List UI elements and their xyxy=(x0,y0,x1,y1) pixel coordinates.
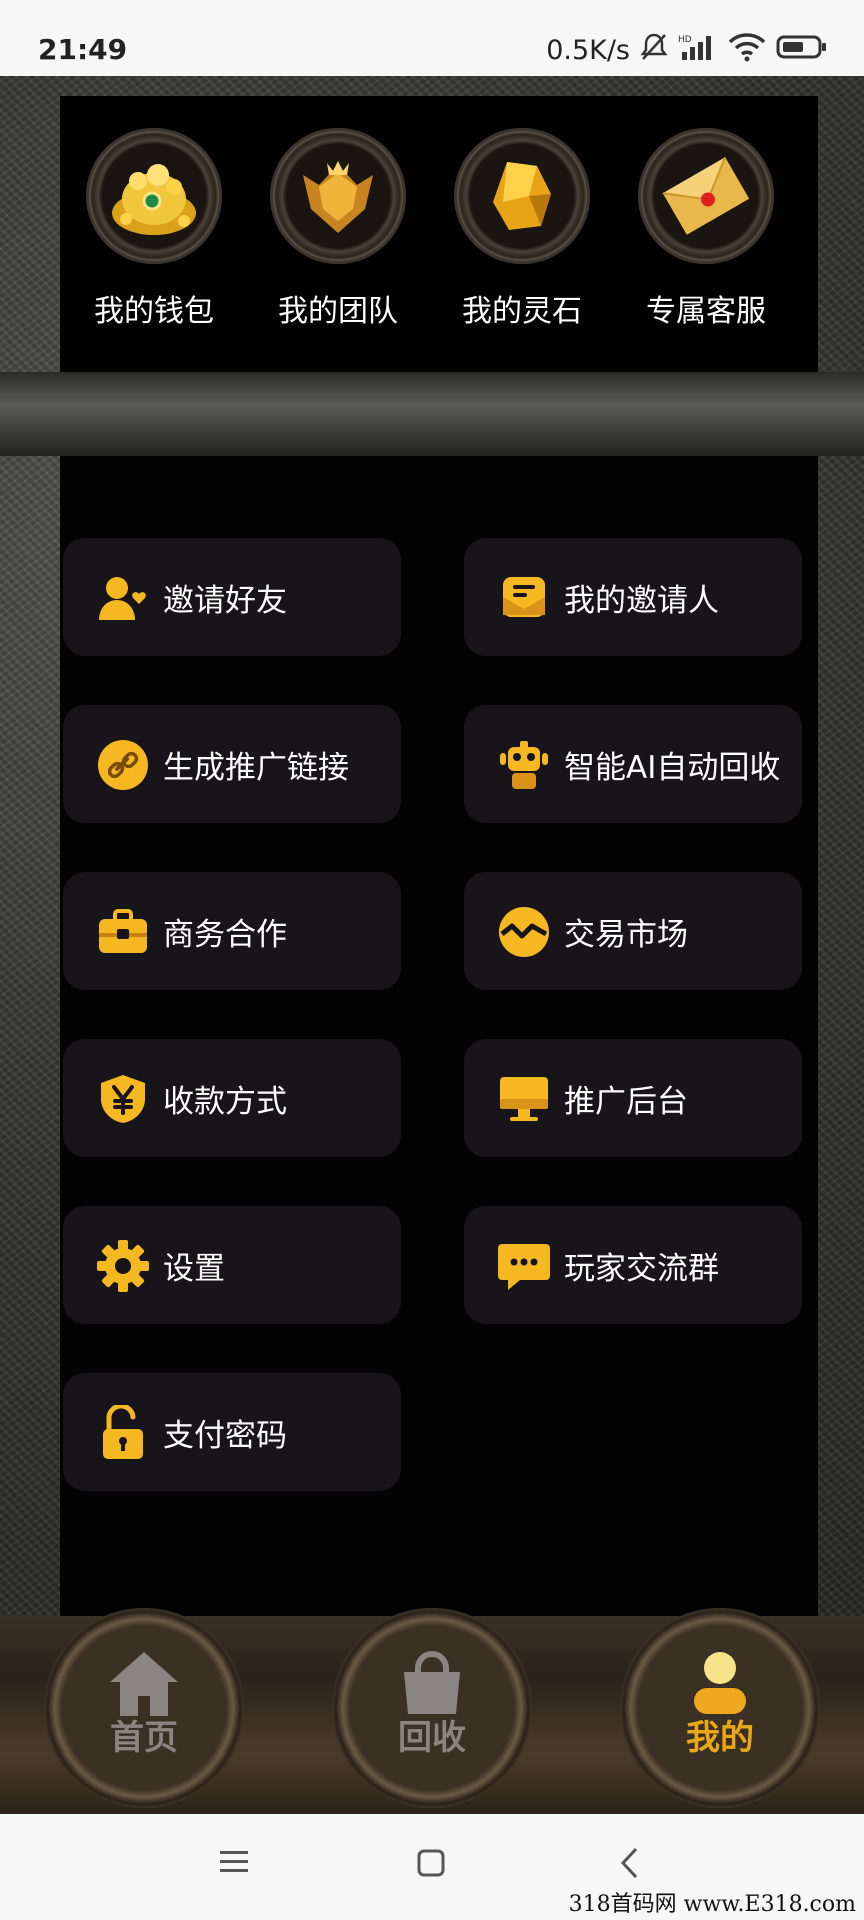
menu-label: 生成推广链接 xyxy=(163,750,349,786)
business-button[interactable]: 商务合作 xyxy=(63,872,401,990)
team-shortcut[interactable]: 我的团队 xyxy=(263,128,413,358)
menu-label: 我的邀请人 xyxy=(564,583,719,619)
menu-label: 支付密码 xyxy=(163,1418,287,1454)
menu-label: 收款方式 xyxy=(163,1084,287,1120)
wifi-icon xyxy=(728,32,766,69)
wallet-shortcut[interactable]: 我的钱包 xyxy=(79,128,229,358)
invite-friends-button[interactable]: 邀请好友 xyxy=(63,538,401,656)
menu-label: 玩家交流群 xyxy=(564,1251,719,1287)
home-square-icon[interactable] xyxy=(416,1848,446,1882)
monitor-icon xyxy=(498,1075,550,1123)
nav-mine-label: 我的 xyxy=(686,1718,754,1758)
nav-recycle[interactable]: 回收 xyxy=(322,1608,542,1818)
status-right: 0.5K/s HD xyxy=(546,32,828,69)
menu-label: 智能AI自动回收 xyxy=(564,750,781,786)
payment-method-button[interactable]: 收款方式 xyxy=(63,1039,401,1157)
battery-icon xyxy=(776,34,828,67)
chat-bubble-icon xyxy=(498,1242,550,1290)
user-heart-icon xyxy=(97,574,149,622)
nav-home[interactable]: 首页 xyxy=(34,1608,254,1818)
status-time: 21:49 xyxy=(38,33,128,66)
signal-icon: HD xyxy=(678,32,718,69)
payment-password-button[interactable]: 支付密码 xyxy=(63,1373,401,1491)
wallet-label: 我的钱包 xyxy=(94,294,214,329)
link-icon xyxy=(97,740,149,790)
envelope-user-icon xyxy=(498,574,550,622)
nav-mine[interactable]: 我的 xyxy=(610,1608,830,1818)
bell-off-icon xyxy=(640,32,668,69)
unlock-icon xyxy=(97,1405,149,1459)
bag-icon xyxy=(404,1651,460,1714)
treasure-bag-icon xyxy=(86,128,222,264)
menu-label: 推广后台 xyxy=(564,1084,688,1120)
settings-button[interactable]: 设置 xyxy=(63,1206,401,1324)
status-bar: 21:49 0.5K/s HD xyxy=(0,0,864,76)
generate-link-button[interactable]: 生成推广链接 xyxy=(63,705,401,823)
menu-label: 商务合作 xyxy=(163,917,287,953)
svg-text:HD: HD xyxy=(678,35,692,45)
robot-icon xyxy=(498,741,550,789)
nav-recycle-label: 回收 xyxy=(398,1718,466,1758)
back-chevron-icon[interactable] xyxy=(618,1846,642,1884)
user-icon xyxy=(694,1652,746,1714)
watermark: 318首码网 www.E318.com xyxy=(568,1892,856,1917)
gear-icon xyxy=(97,1240,149,1292)
customer-service-label: 专属客服 xyxy=(646,294,766,329)
player-group-button[interactable]: 玩家交流群 xyxy=(464,1206,802,1324)
system-nav-bar: 318首码网 www.E318.com xyxy=(0,1814,864,1920)
menu-label: 邀请好友 xyxy=(163,583,287,619)
menu-label: 交易市场 xyxy=(564,917,688,953)
menu-lines-icon[interactable] xyxy=(218,1848,250,1880)
menu-label: 设置 xyxy=(163,1251,225,1287)
home-icon xyxy=(110,1652,178,1716)
briefcase-icon xyxy=(97,908,149,956)
trade-market-button[interactable]: 交易市场 xyxy=(464,872,802,990)
stone-ledge xyxy=(0,372,864,456)
customer-service-shortcut[interactable]: 专属客服 xyxy=(631,128,781,358)
envelope-icon xyxy=(638,128,774,264)
shield-badge-icon xyxy=(270,128,406,264)
spirit-stone-label: 我的灵石 xyxy=(462,294,582,329)
network-speed: 0.5K/s xyxy=(546,35,630,66)
nav-home-label: 首页 xyxy=(110,1718,178,1758)
team-label: 我的团队 xyxy=(278,294,398,329)
ai-recycle-button[interactable]: 智能AI自动回收 xyxy=(464,705,802,823)
promotion-backend-button[interactable]: 推广后台 xyxy=(464,1039,802,1157)
handshake-icon xyxy=(498,907,550,957)
yen-shield-icon xyxy=(97,1075,149,1123)
my-inviter-button[interactable]: 我的邀请人 xyxy=(464,538,802,656)
spirit-stone-shortcut[interactable]: 我的灵石 xyxy=(447,128,597,358)
gold-crystal-icon xyxy=(454,128,590,264)
